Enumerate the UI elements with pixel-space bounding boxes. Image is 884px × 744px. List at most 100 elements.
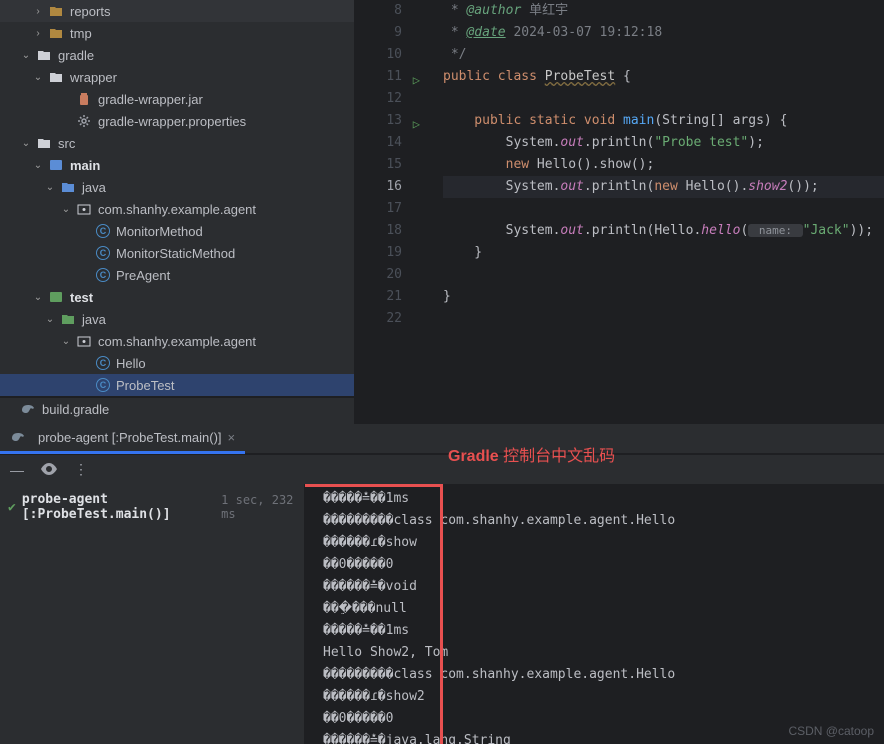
line-number: 11 <box>386 69 402 84</box>
run-gutter-icon[interactable]: ▷ <box>413 113 420 135</box>
line-gutter[interactable]: 8 9 10 11▷ 12 13▷ 14 15 16 17 18 19 20 2… <box>355 0 410 424</box>
line-number: 12 <box>386 91 402 106</box>
tool-window-toolbar: — ⋮ <box>0 454 884 484</box>
close-icon[interactable]: × <box>228 430 236 445</box>
line-number: 9 <box>394 25 402 40</box>
folder-icon <box>36 47 52 63</box>
code-editor[interactable]: 8 9 10 11▷ 12 13▷ 14 15 16 17 18 19 20 2… <box>355 0 884 424</box>
gear-icon <box>76 113 92 129</box>
tree-folder-tmp[interactable]: tmp <box>0 22 354 44</box>
console-line: ��0�����0 <box>323 708 866 730</box>
class-icon: C <box>96 356 110 370</box>
jar-icon <box>76 91 92 107</box>
tree-label: Hello <box>116 356 146 371</box>
source-folder-icon <box>60 179 76 195</box>
console-line: ��0�����0 <box>323 554 866 576</box>
module-icon <box>48 157 64 173</box>
tree-folder-java-test[interactable]: java <box>0 308 354 330</box>
tree-class-hello[interactable]: C Hello <box>0 352 354 374</box>
chevron-down-icon <box>20 49 32 61</box>
folder-icon <box>48 69 64 85</box>
console-line: ������ɾ�show <box>323 532 866 554</box>
tree-folder-wrapper[interactable]: wrapper <box>0 66 354 88</box>
class-icon: C <box>96 224 110 238</box>
run-tab-bar: probe-agent [:ProbeTest.main()] × <box>0 424 884 454</box>
console-line: ���������class com.shanhy.example.agent.… <box>323 510 866 532</box>
console-output[interactable]: �����≛��1ms ���������class com.shanhy.ex… <box>305 484 884 744</box>
tab-label: probe-agent [:ProbeTest.main()] <box>38 430 222 445</box>
tree-file-properties[interactable]: gradle-wrapper.properties <box>0 110 354 132</box>
tree-label: reports <box>70 4 110 19</box>
eye-icon[interactable] <box>40 462 58 478</box>
line-number: 15 <box>386 157 402 172</box>
line-number: 8 <box>394 3 402 18</box>
console-line: ������ɾ�show2 <box>323 686 866 708</box>
task-tree[interactable]: ✔ probe-agent [:ProbeTest.main()] 1 sec,… <box>0 484 305 744</box>
folder-icon <box>48 25 64 41</box>
tree-folder-java-main[interactable]: java <box>0 176 354 198</box>
task-label: probe-agent [:ProbeTest.main()] <box>22 492 215 522</box>
minus-icon[interactable]: — <box>10 462 24 478</box>
chevron-down-icon <box>32 159 44 171</box>
tree-label: gradle-wrapper.properties <box>98 114 246 129</box>
annotation-text: Gradle 控制台中文乱码 <box>448 442 615 466</box>
tree-label: PreAgent <box>116 268 170 283</box>
tree-file-buildgradle[interactable]: build.gradle <box>0 398 354 420</box>
line-number: 20 <box>386 267 402 282</box>
tree-label: java <box>82 180 106 195</box>
watermark: CSDN @catoop <box>788 724 874 738</box>
run-gutter-icon[interactable]: ▷ <box>413 69 420 91</box>
console-line: ������≛�java.lang.String <box>323 730 866 744</box>
line-number: 18 <box>386 223 402 238</box>
line-number: 13 <box>386 113 402 128</box>
tree-folder-gradle[interactable]: gradle <box>0 44 354 66</box>
class-icon: C <box>96 268 110 282</box>
tree-class-monitormethod[interactable]: C MonitorMethod <box>0 220 354 242</box>
chevron-right-icon <box>32 27 44 39</box>
tree-label: MonitorStaticMethod <box>116 246 235 261</box>
line-number: 21 <box>386 289 402 304</box>
tree-label: build.gradle <box>42 402 109 417</box>
line-number: 16 <box>386 179 402 194</box>
tree-class-probetest[interactable]: C ProbeTest <box>0 374 354 396</box>
tree-label: MonitorMethod <box>116 224 203 239</box>
tree-class-monitorstaticmethod[interactable]: C MonitorStaticMethod <box>0 242 354 264</box>
code-content[interactable]: * @author 单红宇 * @date 2024-03-07 19:12:1… <box>435 0 884 424</box>
run-config-tab[interactable]: probe-agent [:ProbeTest.main()] × <box>0 424 245 454</box>
tree-folder-main[interactable]: main <box>0 154 354 176</box>
task-row[interactable]: ✔ probe-agent [:ProbeTest.main()] 1 sec,… <box>8 492 296 522</box>
folder-icon <box>48 3 64 19</box>
tree-label: gradle-wrapper.jar <box>98 92 203 107</box>
console-line: ���������class com.shanhy.example.agent.… <box>323 664 866 686</box>
tree-folder-reports[interactable]: reports <box>0 0 354 22</box>
console-line: Hello Show2, Tom <box>323 642 866 664</box>
tree-folder-test[interactable]: test <box>0 286 354 308</box>
chevron-down-icon <box>32 291 44 303</box>
task-duration: 1 sec, 232 ms <box>221 493 296 521</box>
console-line: �����≛��1ms <box>323 620 866 642</box>
class-icon: C <box>96 378 110 392</box>
line-number: 22 <box>386 311 402 326</box>
line-number: 14 <box>386 135 402 150</box>
tree-label: gradle <box>58 48 94 63</box>
gradle-icon <box>20 401 36 417</box>
tree-class-preagent[interactable]: C PreAgent <box>0 264 354 286</box>
chevron-right-icon <box>32 5 44 17</box>
line-number: 10 <box>386 47 402 62</box>
package-icon <box>76 333 92 349</box>
gradle-icon <box>10 429 26 445</box>
tree-file-jar[interactable]: gradle-wrapper.jar <box>0 88 354 110</box>
tree-folder-src[interactable]: src <box>0 132 354 154</box>
tree-label: ProbeTest <box>116 378 175 393</box>
tree-label: src <box>58 136 75 151</box>
tree-label: com.shanhy.example.agent <box>98 334 256 349</box>
tree-package-test[interactable]: com.shanhy.example.agent <box>0 330 354 352</box>
class-icon: C <box>96 246 110 260</box>
project-tree[interactable]: reports tmp gradle wrapper gradle-wrappe… <box>0 0 355 424</box>
more-icon[interactable]: ⋮ <box>74 461 88 478</box>
console-line: �����≛��1ms <box>323 488 866 510</box>
test-folder-icon <box>60 311 76 327</box>
tree-label: wrapper <box>70 70 117 85</box>
chevron-down-icon <box>44 313 56 325</box>
tree-package-main[interactable]: com.shanhy.example.agent <box>0 198 354 220</box>
